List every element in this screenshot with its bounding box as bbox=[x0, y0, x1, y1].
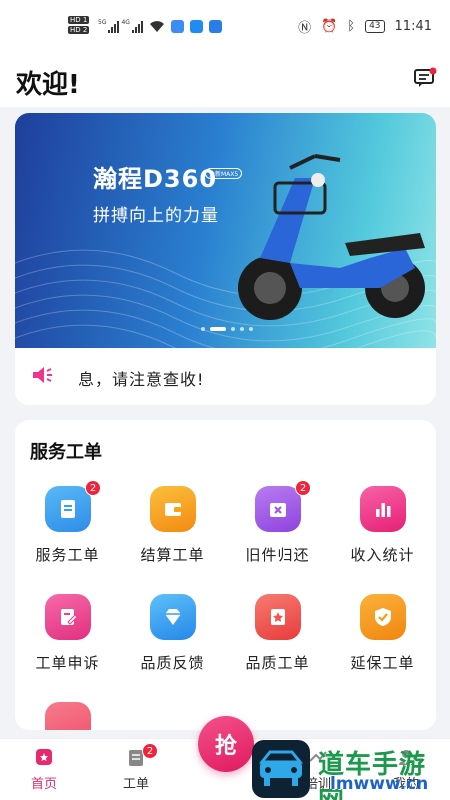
edit-document-icon bbox=[45, 594, 91, 640]
service-order-badge: 2 bbox=[85, 480, 101, 496]
app-header: 欢迎! bbox=[0, 52, 450, 107]
car-icon bbox=[258, 750, 304, 786]
wallet-icon bbox=[150, 486, 196, 532]
sim1-label: HD 1 bbox=[68, 16, 90, 24]
search-app-icon bbox=[189, 19, 203, 33]
service-item-label: 延保工单 bbox=[350, 654, 415, 672]
service-item-label: 服务工单 bbox=[35, 546, 100, 564]
service-item-label: 品质工单 bbox=[245, 654, 310, 672]
service-item-service-order[interactable]: 2 服务工单 bbox=[15, 480, 120, 586]
service-item-label: 收入统计 bbox=[350, 546, 415, 564]
service-item-settlement-order[interactable]: 结算工单 bbox=[120, 486, 225, 586]
carousel-dots[interactable] bbox=[201, 327, 253, 331]
status-right: Ⓝ ⏰ ᛒ 43 11:41 bbox=[298, 17, 432, 36]
service-item-income-stats[interactable]: 收入统计 bbox=[330, 486, 435, 586]
send-app-icon bbox=[208, 19, 222, 33]
receipt-icon bbox=[45, 486, 91, 532]
nav-orders[interactable]: 2 工单 bbox=[106, 743, 166, 792]
bluetooth-icon: ᛒ bbox=[347, 18, 356, 34]
carousel-dot[interactable] bbox=[240, 327, 244, 331]
net2-label: 4G bbox=[121, 18, 130, 26]
service-item-partial-icon[interactable] bbox=[45, 702, 91, 730]
service-item-extended-warranty[interactable]: 延保工单 bbox=[330, 594, 435, 694]
section-title: 服务工单 bbox=[30, 442, 102, 463]
parts-return-badge: 2 bbox=[295, 480, 311, 496]
service-item-label: 结算工单 bbox=[140, 546, 205, 564]
service-item-quality-order[interactable]: 品质工单 bbox=[225, 594, 330, 694]
clock: 11:41 bbox=[394, 18, 432, 34]
watermark-url: lmwww.cn bbox=[330, 774, 429, 794]
carousel-dot[interactable] bbox=[201, 327, 205, 331]
message-icon[interactable] bbox=[413, 67, 437, 89]
speaker-icon bbox=[33, 367, 52, 383]
banner-subtitle: 拼搏向上的力量 bbox=[93, 206, 219, 226]
notice-bar[interactable]: 息，请注意查收! bbox=[15, 348, 436, 405]
service-item-parts-return[interactable]: 2 旧件归还 bbox=[225, 480, 330, 586]
return-box-icon bbox=[255, 486, 301, 532]
page-title: 欢迎! bbox=[16, 70, 80, 100]
service-item-label: 品质反馈 bbox=[140, 654, 205, 672]
nfc-icon: Ⓝ bbox=[298, 20, 312, 36]
service-card: 服务工单 2 服务工单 结算工单 2 旧件归还 收入统计 工单申诉 品质反馈 品… bbox=[15, 420, 436, 730]
cloud-app-icon bbox=[170, 19, 184, 33]
shield-check-icon bbox=[360, 594, 406, 640]
home-icon bbox=[36, 749, 52, 765]
banner-title: 瀚程D360 bbox=[93, 165, 218, 193]
grab-order-button[interactable]: 抢 bbox=[198, 716, 254, 772]
carousel-dot-active[interactable] bbox=[210, 327, 226, 331]
sim-indicators: HD 1 HD 2 bbox=[68, 16, 90, 34]
signal-icon bbox=[131, 20, 143, 33]
service-item-label: 工单申诉 bbox=[35, 654, 100, 672]
alarm-icon: ⏰ bbox=[321, 18, 338, 34]
carousel-dot[interactable] bbox=[231, 327, 235, 331]
sim2-label: HD 2 bbox=[68, 26, 90, 34]
scooter-image bbox=[238, 154, 425, 320]
signal-icons: 5G 4G bbox=[98, 18, 222, 33]
net1-label: 5G bbox=[98, 18, 107, 26]
star-bookmark-icon bbox=[255, 594, 301, 640]
watermark-logo bbox=[252, 740, 310, 798]
signal-icon bbox=[108, 20, 120, 33]
diamond-icon bbox=[150, 594, 196, 640]
battery-icon: 43 bbox=[365, 19, 385, 33]
carousel-dot[interactable] bbox=[249, 327, 253, 331]
nav-home-label: 首页 bbox=[30, 777, 57, 792]
promo-banner[interactable]: 瀚程D360 全新MAX5 拼搏向上的力量 bbox=[15, 113, 436, 348]
orders-badge: 2 bbox=[142, 743, 158, 759]
nav-home[interactable]: 首页 bbox=[14, 747, 74, 792]
service-item-quality-feedback[interactable]: 品质反馈 bbox=[120, 594, 225, 694]
notice-text: 息，请注意查收! bbox=[78, 370, 205, 389]
status-bar: HD 1 HD 2 5G 4G Ⓝ ⏰ ᛒ 43 11:41 bbox=[0, 0, 450, 52]
service-item-label: 旧件归还 bbox=[245, 546, 310, 564]
wifi-icon bbox=[149, 20, 164, 32]
nav-orders-label: 工单 bbox=[122, 777, 149, 792]
bar-chart-icon bbox=[360, 486, 406, 532]
service-item-order-appeal[interactable]: 工单申诉 bbox=[15, 594, 120, 694]
banner-card: 瀚程D360 全新MAX5 拼搏向上的力量 息，请注意查收! bbox=[15, 113, 436, 405]
